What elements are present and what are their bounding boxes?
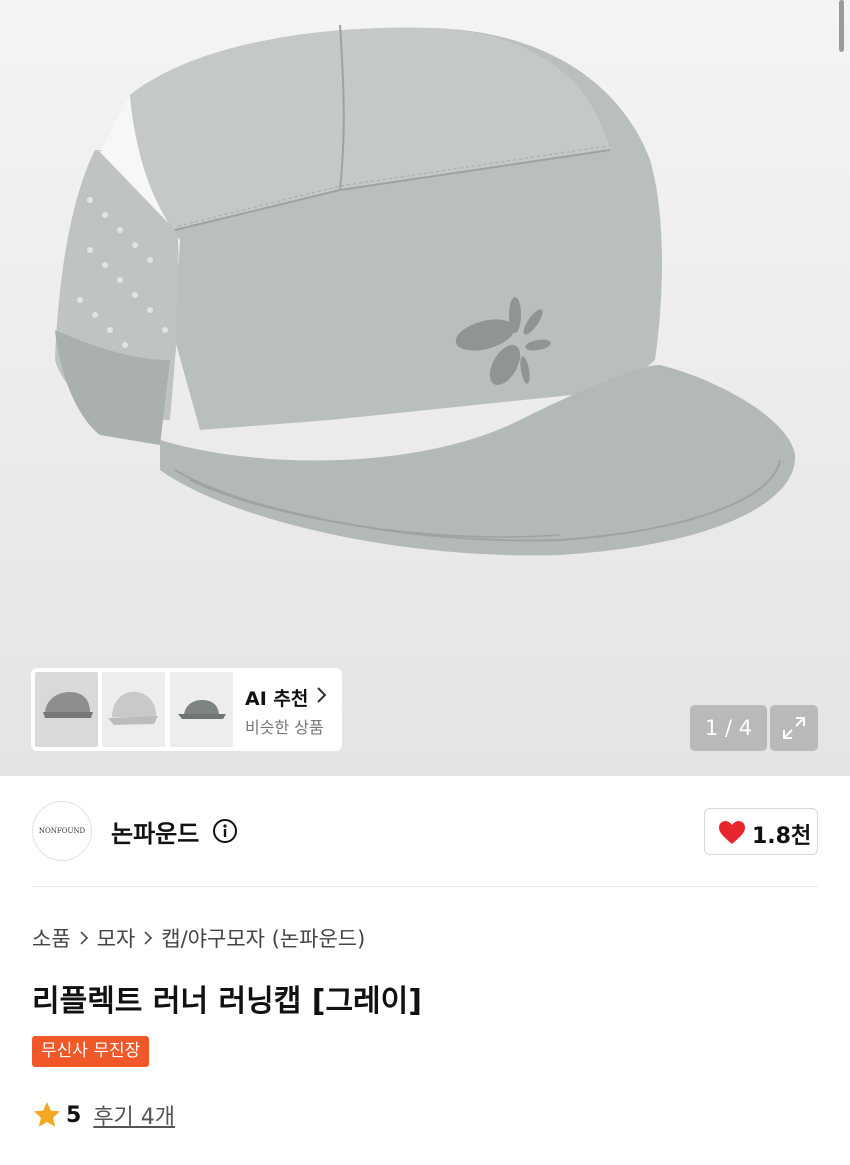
promo-badge: 무신사 무진장: [32, 1036, 150, 1067]
breadcrumb-item[interactable]: 캡/야구모자 (논파운드): [161, 923, 365, 953]
breadcrumb: 소품 모자 캡/야구모자 (논파운드): [32, 924, 365, 952]
recommend-thumbnail[interactable]: [102, 672, 165, 747]
chevron-right-icon: [317, 687, 327, 703]
rating-row: 5 후기 4개: [32, 1100, 175, 1130]
expand-icon: [783, 717, 805, 739]
like-button[interactable]: 1.8천: [704, 808, 818, 855]
reviews-link[interactable]: 후기 4개: [93, 1099, 175, 1131]
rating-score: 5: [66, 1102, 82, 1128]
brand-name[interactable]: 논파운드: [111, 814, 199, 849]
brand-logo[interactable]: NONFOUND: [32, 801, 92, 861]
ai-recommend-panel[interactable]: AI 추천 비슷한 상품: [31, 668, 342, 751]
star-icon: [34, 1102, 60, 1127]
recommend-thumbnail[interactable]: [170, 672, 233, 747]
breadcrumb-item[interactable]: 모자: [97, 923, 136, 953]
chevron-right-icon: [79, 930, 89, 946]
product-image-cap[interactable]: [0, 0, 850, 776]
expand-button[interactable]: [770, 705, 818, 751]
heart-icon: [719, 821, 745, 844]
brand-logo-text: NONFOUND: [38, 827, 86, 835]
page-scrollbar[interactable]: [839, 0, 844, 52]
chevron-right-icon: [143, 930, 153, 946]
recommend-thumbnail[interactable]: [35, 672, 98, 747]
divider: [32, 886, 818, 887]
like-count: 1.8천: [752, 824, 812, 849]
breadcrumb-item[interactable]: 소품: [32, 923, 71, 953]
ai-recommend-subtitle: 비슷한 상품: [245, 718, 324, 737]
image-pager: 1 / 4: [690, 705, 767, 751]
product-title: 리플렉트 러너 러닝캡 [그레이]: [32, 984, 422, 1019]
ai-recommend-title[interactable]: AI 추천: [245, 684, 308, 711]
info-icon[interactable]: [212, 818, 238, 844]
product-image-gallery[interactable]: AI 추천 비슷한 상품 1 / 4: [0, 0, 850, 776]
